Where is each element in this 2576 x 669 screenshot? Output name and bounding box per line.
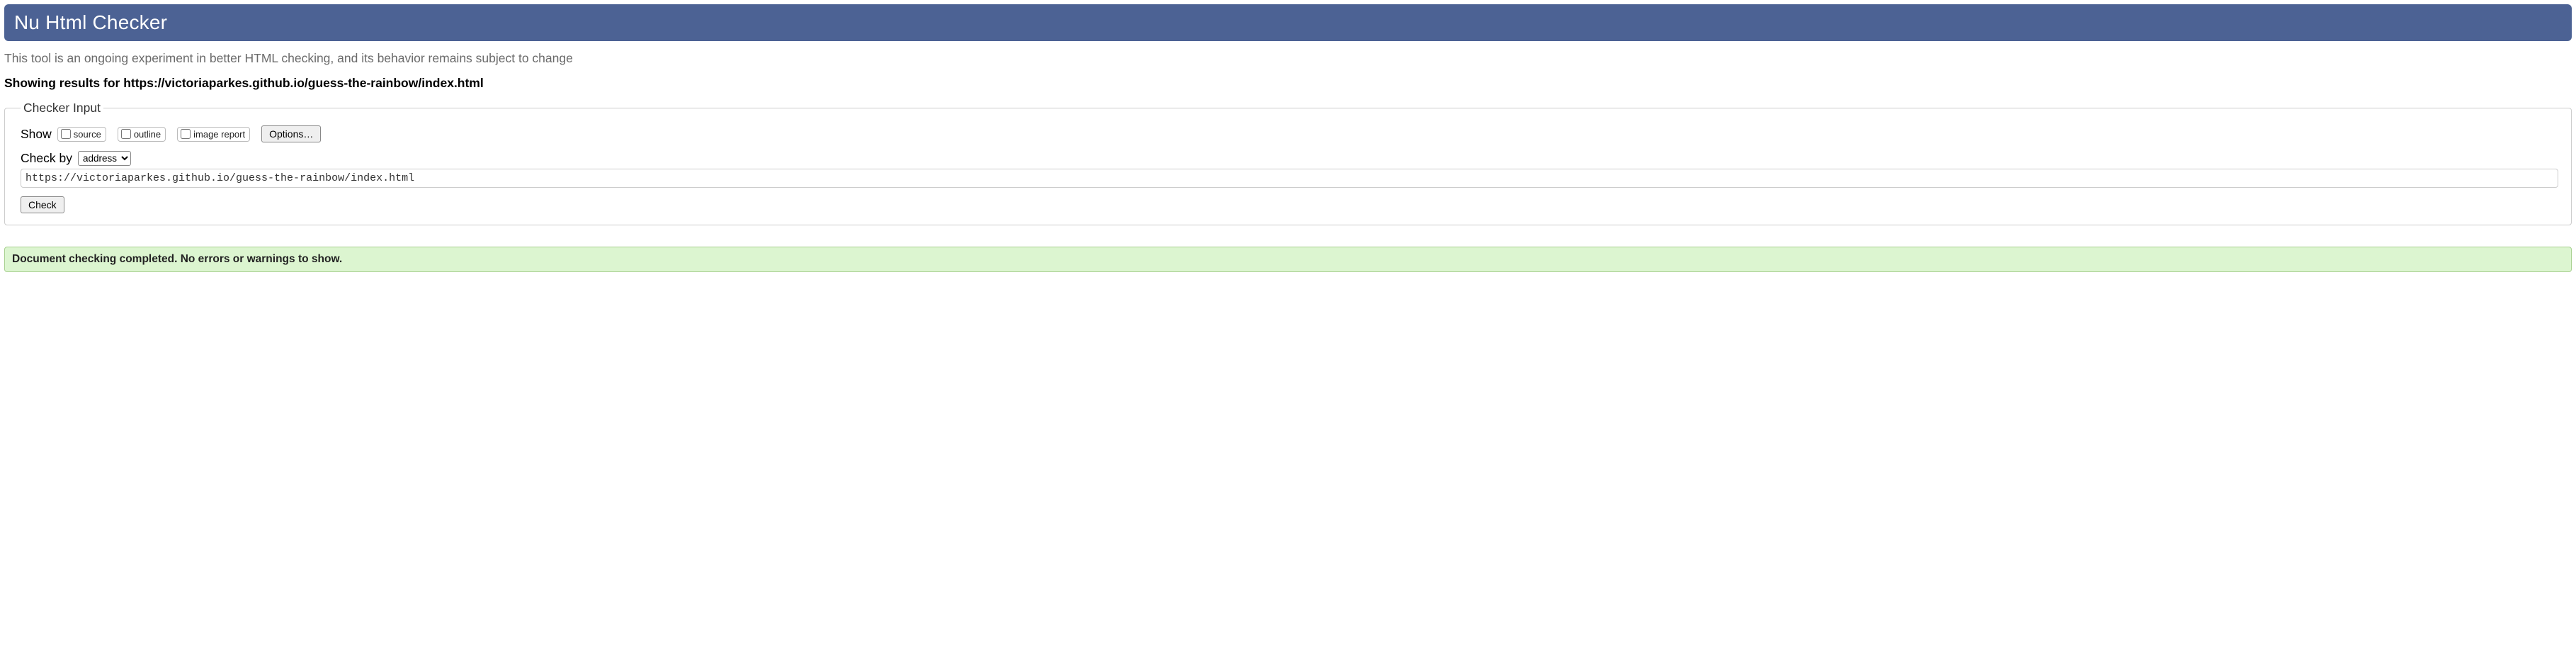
source-checkbox-label: source: [74, 129, 101, 140]
check-by-row: Check by address: [21, 151, 2558, 166]
image-report-checkbox-label: image report: [193, 129, 245, 140]
checker-input-legend: Checker Input: [21, 101, 103, 116]
check-button[interactable]: Check: [21, 196, 64, 213]
url-input[interactable]: [21, 169, 2558, 188]
outline-checkbox-wrap[interactable]: outline: [118, 127, 166, 142]
outline-checkbox[interactable]: [121, 129, 131, 139]
outline-checkbox-label: outline: [134, 129, 161, 140]
result-banner: Document checking completed. No errors o…: [4, 247, 2572, 272]
check-by-label: Check by: [21, 151, 72, 166]
checker-input-fieldset: Checker Input Show source outline image …: [4, 101, 2572, 225]
source-checkbox[interactable]: [61, 129, 71, 139]
image-report-checkbox-wrap[interactable]: image report: [177, 127, 250, 142]
results-heading: Showing results for https://victoriapark…: [4, 76, 2572, 91]
header-banner: Nu Html Checker: [4, 4, 2572, 41]
page-title: Nu Html Checker: [14, 11, 2562, 34]
check-by-select[interactable]: address: [78, 151, 131, 166]
show-row: Show source outline image report Options…: [21, 125, 2558, 142]
image-report-checkbox[interactable]: [181, 129, 191, 139]
intro-text: This tool is an ongoing experiment in be…: [4, 51, 2572, 66]
show-label: Show: [21, 127, 52, 142]
options-button[interactable]: Options…: [261, 125, 321, 142]
source-checkbox-wrap[interactable]: source: [57, 127, 106, 142]
check-row: Check: [21, 196, 2558, 213]
